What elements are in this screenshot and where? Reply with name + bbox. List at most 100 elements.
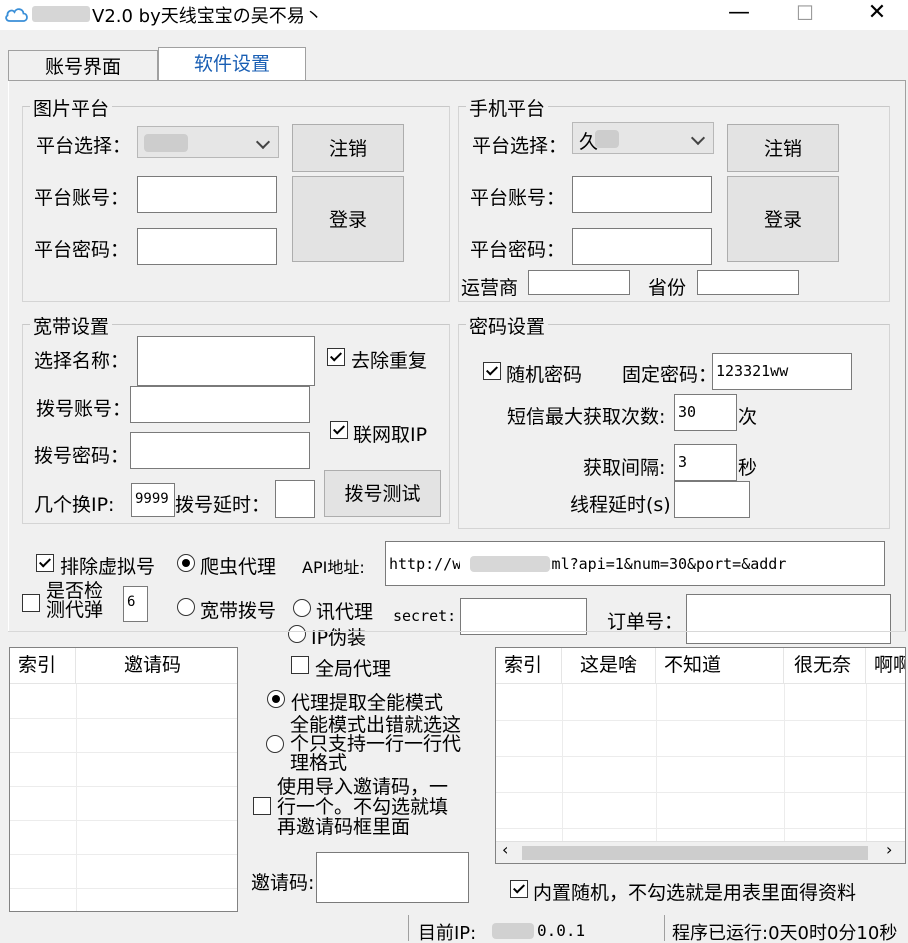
dedupe-label: 去除重复: [351, 350, 428, 372]
exclude-virtual-checkbox[interactable]: [36, 554, 54, 572]
grid-line: [496, 828, 905, 829]
column-header-unknown[interactable]: 不知道: [656, 648, 784, 684]
redacted-value: [470, 556, 550, 572]
exclude-virtual-label: 排除虚拟号: [60, 556, 156, 578]
horizontal-scrollbar[interactable]: ‹ ›: [496, 840, 905, 863]
interval-unit: 秒: [738, 457, 758, 479]
broadband-title: 宽带设置: [30, 312, 113, 339]
tab-settings[interactable]: 软件设置: [158, 47, 306, 81]
status-bar: 目前IP: 0.0.1 程序已运行:0天0时0分10秒: [0, 913, 908, 943]
secret-input[interactable]: [460, 598, 587, 635]
password-title: 密码设置: [466, 312, 549, 339]
close-button[interactable]: ✕: [854, 0, 900, 30]
phone-platform-account-label: 平台账号：: [470, 187, 566, 209]
column-header-what[interactable]: 这是啥: [562, 648, 656, 684]
import-invite-checkbox[interactable]: [253, 797, 271, 815]
cloud-icon: [5, 8, 28, 22]
thread-delay-label: 线程延时(s): [570, 494, 671, 516]
column-header-invite-code[interactable]: 邀请码: [76, 648, 237, 684]
info-table[interactable]: 索引 这是啥 不知道 很无奈 啊啊 ‹ ›: [495, 647, 906, 864]
crawler-proxy-radio[interactable]: [177, 554, 195, 572]
status-separator: [408, 915, 409, 941]
scroll-right-icon[interactable]: ›: [886, 840, 892, 859]
maximize-button[interactable]: ☐: [782, 0, 828, 30]
tab-account[interactable]: 账号界面: [8, 50, 158, 84]
phone-platform-select[interactable]: 久: [572, 122, 714, 154]
image-platform-select[interactable]: [137, 126, 279, 158]
builtin-random-checkbox[interactable]: [510, 880, 528, 898]
broadband-name-input[interactable]: [137, 336, 315, 386]
net-ip-checkbox[interactable]: [330, 421, 348, 439]
image-platform-title: 图片平台: [30, 94, 113, 121]
column-header-index[interactable]: 索引: [10, 648, 76, 684]
main-window: V2.0 by天线宝宝の吴不易丶 — ☐ ✕ 账号界面 软件设置 图片平台 平台…: [0, 0, 908, 943]
fallback-mode-radio[interactable]: [266, 735, 284, 753]
scrollbar-thumb[interactable]: [522, 846, 868, 860]
title-bar: V2.0 by天线宝宝の吴不易丶 — ☐ ✕: [0, 0, 908, 30]
dial-password-input[interactable]: [130, 432, 310, 469]
crawler-proxy-label: 爬虫代理: [200, 556, 277, 578]
check-popup-input[interactable]: 6: [123, 586, 148, 622]
grid-line: [866, 684, 867, 844]
net-ip-label: 联网取IP: [353, 424, 428, 446]
carrier-input[interactable]: [528, 270, 630, 295]
grid-line: [496, 720, 905, 721]
global-proxy-checkbox[interactable]: [291, 656, 309, 674]
phone-platform-logout-button[interactable]: 注销: [727, 124, 839, 172]
proxy-mode-radio[interactable]: [267, 690, 285, 708]
grid-line: [10, 752, 237, 753]
province-input[interactable]: [697, 270, 799, 295]
phone-platform-password-input[interactable]: [572, 228, 712, 265]
global-proxy-label: 全局代理: [315, 658, 392, 680]
check-popup-checkbox[interactable]: [22, 594, 40, 612]
invite-code-input[interactable]: [316, 852, 469, 903]
interval-input[interactable]: 3: [674, 444, 737, 481]
phone-platform-account-input[interactable]: [572, 176, 712, 213]
phone-platform-select-label: 平台选择：: [472, 135, 568, 157]
redacted-value: [492, 923, 534, 939]
dial-delay-label: 拨号延时：: [175, 494, 271, 516]
ip-fake-radio[interactable]: [288, 625, 306, 643]
minimize-button[interactable]: —: [716, 0, 762, 30]
dial-account-input[interactable]: [130, 386, 310, 423]
runtime-text: 程序已运行:0天0时0分10秒: [672, 923, 898, 943]
dial-test-button[interactable]: 拨号测试: [324, 470, 441, 517]
column-header-ah[interactable]: 啊啊: [866, 648, 905, 684]
image-platform-account-input[interactable]: [137, 176, 277, 213]
dial-delay-input[interactable]: [275, 480, 315, 518]
thread-delay-input[interactable]: [674, 481, 750, 518]
broadband-dial-radio[interactable]: [177, 598, 195, 616]
image-platform-logout-button[interactable]: 注销: [292, 124, 404, 172]
dial-account-label: 拨号账号：: [36, 398, 132, 420]
dial-password-label: 拨号密码：: [34, 445, 130, 467]
image-platform-account-label: 平台账号：: [34, 187, 130, 209]
current-ip-value: 0.0.1: [537, 921, 586, 940]
carrier-label: 运营商: [461, 277, 519, 299]
current-ip-label: 目前IP:: [418, 923, 477, 943]
import-label-2: 行一个。不勾选就填: [277, 796, 449, 818]
invite-table[interactable]: 索引 邀请码: [9, 647, 238, 912]
order-input[interactable]: [686, 594, 891, 644]
phone-platform-login-button[interactable]: 登录: [727, 176, 839, 262]
invite-code-label: 邀请码:: [251, 872, 315, 894]
image-platform-login-button[interactable]: 登录: [292, 176, 404, 262]
fixed-password-input[interactable]: 123321ww: [712, 353, 852, 390]
grid-line: [562, 684, 563, 844]
image-platform-password-input[interactable]: [137, 228, 277, 265]
switch-ip-label: 几个换IP:: [34, 494, 115, 516]
switch-ip-input[interactable]: 9999: [131, 483, 175, 517]
xun-proxy-radio[interactable]: [293, 599, 311, 617]
sms-max-input[interactable]: 30: [674, 394, 737, 431]
dedupe-checkbox[interactable]: [327, 348, 345, 366]
random-password-checkbox[interactable]: [483, 362, 501, 380]
api-label: API地址:: [302, 558, 365, 577]
column-header-helpless[interactable]: 很无奈: [784, 648, 866, 684]
image-platform-select-label: 平台选择：: [36, 135, 132, 157]
column-header-index[interactable]: 索引: [496, 648, 562, 684]
secret-label: secret:: [393, 607, 457, 625]
builtin-random-label: 内置随机，不勾选就是用表里面得资料: [533, 882, 857, 904]
window-title: V2.0 by天线宝宝の吴不易丶: [92, 6, 323, 27]
scroll-left-icon[interactable]: ‹: [502, 840, 508, 859]
interval-label: 获取间隔:: [583, 457, 666, 479]
broadband-dial-label: 宽带拨号: [200, 600, 277, 622]
